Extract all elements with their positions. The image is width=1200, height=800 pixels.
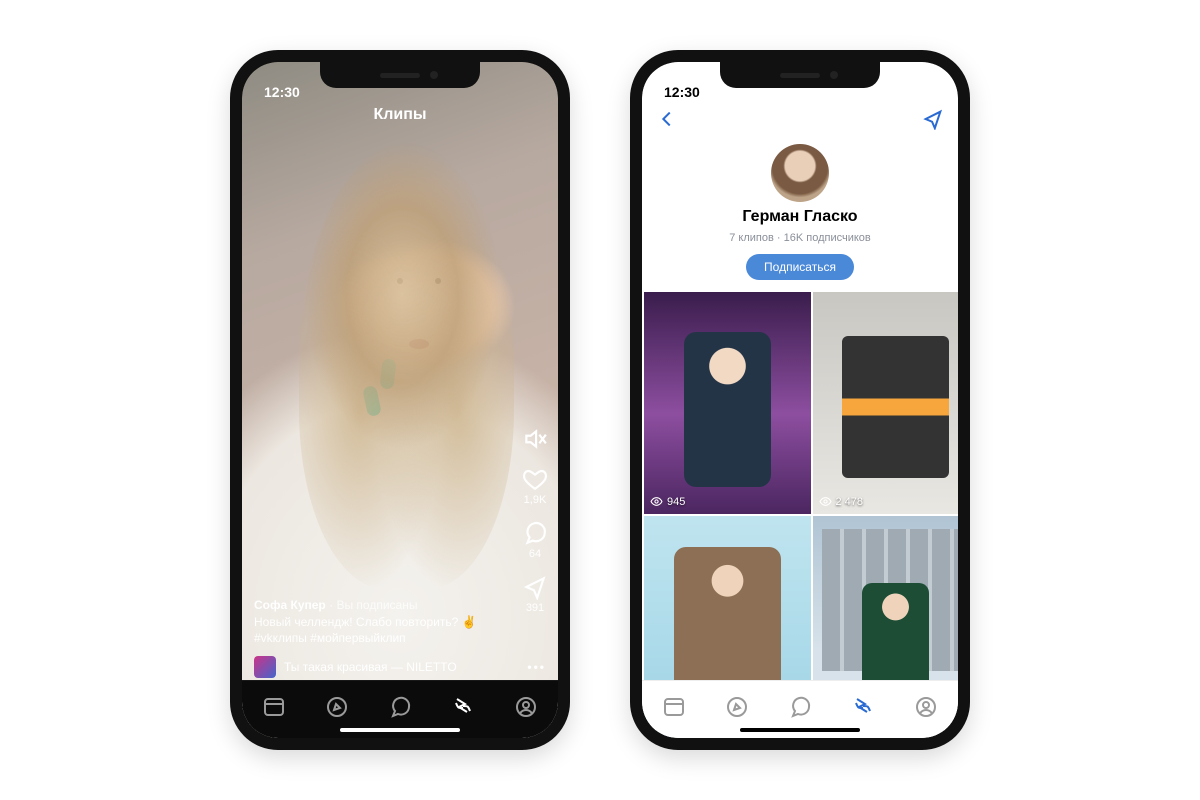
tab-profile[interactable] bbox=[914, 695, 938, 724]
clips-grid: 945 2 478 2 951 2 849 2 435 2 908 bbox=[642, 292, 958, 738]
like-button[interactable]: 1,9K bbox=[522, 466, 548, 506]
profile-screen: 12:30 Герман Гласко 7 клипов · 16K подпи… bbox=[642, 62, 958, 738]
notch bbox=[320, 62, 480, 88]
home-indicator[interactable] bbox=[340, 728, 460, 732]
view-count: 2 478 bbox=[819, 495, 864, 508]
feed-screen: 12:30 Клипы 1,9K 64 391 bbox=[242, 62, 558, 738]
feed-header-title: Клипы bbox=[242, 106, 558, 124]
chat-icon bbox=[388, 695, 412, 719]
eye-icon bbox=[819, 495, 832, 508]
feed-caption: Софа Купер · Вы подписаны Новый челлендж… bbox=[254, 597, 498, 646]
subscribe-button[interactable]: Подписаться bbox=[746, 254, 854, 280]
avatar[interactable] bbox=[771, 144, 829, 202]
clip-thumb[interactable]: 2 478 bbox=[813, 292, 959, 514]
clips-icon bbox=[451, 695, 475, 719]
eye-icon bbox=[650, 495, 663, 508]
tab-messages[interactable] bbox=[388, 695, 412, 724]
music-title: Ты такая красивая — NILETTO bbox=[284, 660, 457, 674]
compass-icon bbox=[325, 695, 349, 719]
author-status: Вы подписаны bbox=[336, 598, 417, 612]
profile-name: Герман Гласко bbox=[742, 208, 857, 226]
status-time: 12:30 bbox=[264, 84, 300, 100]
music-row[interactable]: Ты такая красивая — NILETTO ••• bbox=[254, 656, 546, 678]
chat-icon bbox=[788, 695, 812, 719]
profile-topbar bbox=[642, 102, 958, 140]
clips-icon bbox=[851, 695, 875, 719]
volume-mute-icon bbox=[522, 426, 548, 452]
chevron-left-icon bbox=[656, 108, 678, 130]
share-icon bbox=[522, 574, 548, 600]
tab-discover[interactable] bbox=[725, 695, 749, 724]
share-button[interactable]: 391 bbox=[522, 574, 548, 614]
profile-icon bbox=[514, 695, 538, 719]
tab-clips[interactable] bbox=[851, 695, 875, 724]
status-time: 12:30 bbox=[664, 84, 700, 100]
feed-icon bbox=[662, 695, 686, 719]
share-arrow-icon bbox=[922, 108, 944, 130]
feed-side-actions: 1,9K 64 391 bbox=[522, 426, 548, 614]
author-name[interactable]: Софа Купер bbox=[254, 598, 326, 612]
profile-header: Герман Гласко 7 клипов · 16K подписчиков… bbox=[642, 140, 958, 292]
music-thumb bbox=[254, 656, 276, 678]
comment-button[interactable]: 64 bbox=[522, 520, 548, 560]
caption-line-2[interactable]: #vkклипы #мойпервыйклип bbox=[254, 631, 406, 645]
mute-button[interactable] bbox=[522, 426, 548, 452]
share-count: 391 bbox=[526, 602, 544, 614]
profile-icon bbox=[914, 695, 938, 719]
share-profile-button[interactable] bbox=[922, 108, 944, 135]
notch bbox=[720, 62, 880, 88]
compass-icon bbox=[725, 695, 749, 719]
clip-thumb[interactable]: 945 bbox=[644, 292, 811, 514]
home-indicator[interactable] bbox=[740, 728, 860, 732]
tab-profile[interactable] bbox=[514, 695, 538, 724]
caption-line-1: Новый челлендж! Слабо повторить? ✌️ bbox=[254, 615, 477, 629]
tab-clips[interactable] bbox=[451, 695, 475, 724]
tab-feed[interactable] bbox=[662, 695, 686, 724]
feed-icon bbox=[262, 695, 286, 719]
more-button[interactable]: ••• bbox=[527, 660, 546, 674]
phone-profile: 12:30 Герман Гласко 7 клипов · 16K подпи… bbox=[630, 50, 970, 750]
view-count: 945 bbox=[650, 495, 685, 508]
tab-discover[interactable] bbox=[325, 695, 349, 724]
phone-feed: 12:30 Клипы 1,9K 64 391 bbox=[230, 50, 570, 750]
comment-icon bbox=[522, 520, 548, 546]
back-button[interactable] bbox=[656, 108, 678, 135]
tab-feed[interactable] bbox=[262, 695, 286, 724]
comment-count: 64 bbox=[529, 548, 541, 560]
heart-icon bbox=[522, 466, 548, 492]
profile-meta: 7 клипов · 16K подписчиков bbox=[729, 232, 871, 244]
tab-messages[interactable] bbox=[788, 695, 812, 724]
like-count: 1,9K bbox=[524, 494, 547, 506]
